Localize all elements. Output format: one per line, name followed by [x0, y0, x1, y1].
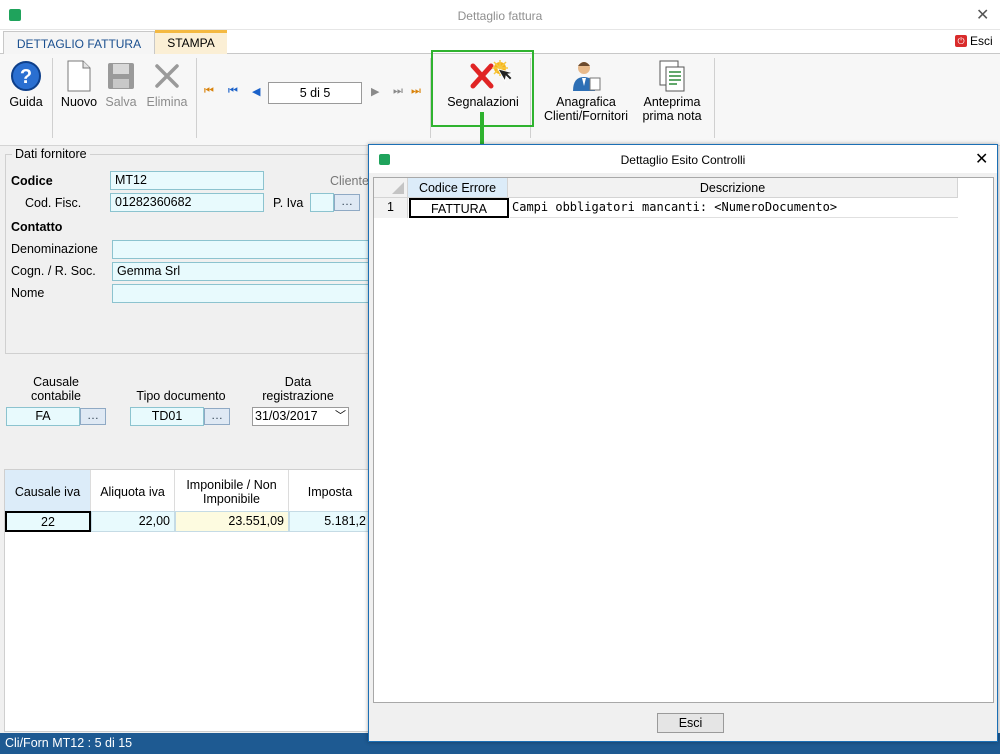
denominazione-field[interactable]	[112, 240, 370, 259]
nome-field[interactable]	[112, 284, 370, 303]
codfisc-label: Cod. Fisc.	[25, 196, 82, 210]
delete-x-icon	[151, 60, 183, 92]
causale-contabile-field[interactable]: FA	[6, 407, 80, 426]
toolbar-separator	[196, 58, 197, 138]
causale-lookup-button[interactable]: …	[80, 408, 106, 425]
causale-label-line2: contabile	[30, 389, 82, 403]
iva-grid: Causale iva Aliquota iva Imponibile / No…	[4, 469, 371, 732]
dialog-close-icon[interactable]: ✕	[975, 149, 988, 169]
codice-label: Codice	[11, 174, 53, 188]
first-record-icon[interactable]: ⏮	[204, 85, 214, 98]
iva-cell-aliquota[interactable]: 22,00	[91, 511, 175, 532]
dialog-title: Dettaglio Esito Controlli	[620, 153, 746, 167]
next-record-icon[interactable]: ▶	[371, 85, 379, 98]
new-document-icon	[63, 60, 95, 92]
causale-contabile-label: Causale contabile	[6, 375, 106, 403]
tipo-documento-field[interactable]: TD01	[130, 407, 204, 426]
anagrafica-button[interactable]: Anagrafica Clienti/Fornitori	[536, 60, 636, 123]
cognome-field[interactable]: Gemma Srl	[112, 262, 370, 281]
data-registrazione-value: 31/03/2017	[255, 409, 318, 423]
row-number: 1	[374, 198, 408, 218]
iva-header-imponibile[interactable]: Imponibile / Non Imponibile	[175, 470, 289, 513]
select-all-triangle-icon	[392, 182, 404, 194]
user-contact-icon	[570, 60, 602, 92]
anagrafica-label-1: Anagrafica	[556, 95, 616, 109]
preview-document-icon	[656, 60, 688, 92]
guida-button[interactable]: ? Guida	[6, 60, 46, 109]
piva-label: P. Iva	[273, 196, 304, 210]
last-record-icon[interactable]: ⏭	[411, 85, 421, 98]
window-title: Dettaglio fattura	[457, 9, 543, 23]
data-registrazione-field[interactable]: 31/03/2017 ﹀	[252, 407, 349, 426]
iva-cell-imponibile[interactable]: 23.551,09	[175, 511, 289, 532]
elimina-label: Elimina	[146, 95, 188, 109]
help-icon: ?	[10, 60, 42, 92]
dettaglio-esito-dialog: Dettaglio Esito Controlli ✕ Codice Error…	[368, 144, 998, 742]
title-bar: Dettaglio fattura ✕	[0, 0, 1000, 30]
esci-button-top[interactable]: ⏻ Esci	[955, 34, 993, 48]
elimina-button[interactable]: Elimina	[142, 60, 192, 109]
tab-dettaglio-fattura[interactable]: DETTAGLIO FATTURA	[3, 31, 155, 55]
nuovo-button[interactable]: Nuovo	[57, 60, 101, 109]
causale-label-line1: Causale	[33, 375, 79, 389]
salva-label: Salva	[105, 95, 137, 109]
nuovo-label: Nuovo	[60, 95, 98, 109]
close-icon[interactable]: ✕	[976, 5, 989, 25]
data-label-line2: registrazione	[262, 389, 334, 403]
record-position-field[interactable]: 5 di 5	[268, 82, 362, 104]
anteprima-button[interactable]: Anteprima prima nota	[636, 60, 708, 123]
cognome-label: Cogn. / R. Soc.	[11, 264, 96, 278]
grid-corner-header[interactable]	[374, 178, 408, 198]
power-icon: ⏻	[955, 35, 967, 47]
save-icon	[105, 60, 137, 92]
iva-header-causale[interactable]: Causale iva	[5, 470, 91, 513]
svg-text:?: ?	[20, 66, 32, 88]
cliente-label: Cliente	[330, 174, 369, 188]
next-page-icon[interactable]: ⏭	[393, 85, 403, 98]
anteprima-label-2: prima nota	[642, 109, 702, 123]
tab-stampa[interactable]: STAMPA	[155, 30, 227, 54]
esci-label: Esci	[970, 34, 993, 48]
cell-descrizione[interactable]: Campi obbligatori mancanti: <NumeroDocum…	[510, 198, 958, 218]
data-registrazione-label: Data registrazione	[248, 375, 348, 403]
prev-page-icon[interactable]: ⏮	[228, 85, 238, 98]
anagrafica-label-2: Clienti/Fornitori	[543, 109, 629, 123]
prev-record-icon[interactable]: ◀	[252, 85, 260, 98]
chevron-down-icon[interactable]: ﹀	[335, 408, 346, 425]
guida-label: Guida	[9, 95, 43, 109]
toolbar-separator	[714, 58, 715, 138]
piva-lookup-button[interactable]: …	[334, 194, 360, 211]
iva-cell-causale[interactable]: 22	[5, 511, 91, 532]
toolbar-separator	[52, 58, 53, 138]
tipo-documento-lookup-button[interactable]: …	[204, 408, 230, 425]
salva-button[interactable]: Salva	[103, 60, 139, 109]
iva-cell-imposta[interactable]: 5.181,2	[289, 511, 371, 532]
contatto-label: Contatto	[11, 220, 63, 234]
dialog-title-bar: Dettaglio Esito Controlli ✕	[369, 145, 997, 173]
dialog-esci-button[interactable]: Esci	[657, 713, 724, 733]
iva-header-imposta[interactable]: Imposta	[289, 470, 371, 513]
esito-controlli-grid: Codice Errore Descrizione 1 FATTURA Camp…	[373, 177, 994, 703]
dati-fornitore-title: Dati fornitore	[12, 147, 90, 161]
cell-codice-errore[interactable]: FATTURA	[409, 198, 509, 218]
tipo-documento-label: Tipo documento	[136, 389, 226, 403]
data-label-line1: Data	[284, 375, 312, 389]
denominazione-label: Denominazione	[11, 242, 98, 256]
header-descrizione[interactable]: Descrizione	[508, 178, 958, 198]
nome-label: Nome	[11, 286, 45, 300]
codice-field[interactable]: MT12	[110, 171, 264, 190]
iva-header-aliquota[interactable]: Aliquota iva	[91, 470, 175, 513]
piva-field[interactable]	[310, 193, 334, 212]
header-codice-errore[interactable]: Codice Errore	[408, 178, 508, 198]
anteprima-label-1: Anteprima	[643, 95, 701, 109]
codfisc-field[interactable]: 01282360682	[110, 193, 264, 212]
